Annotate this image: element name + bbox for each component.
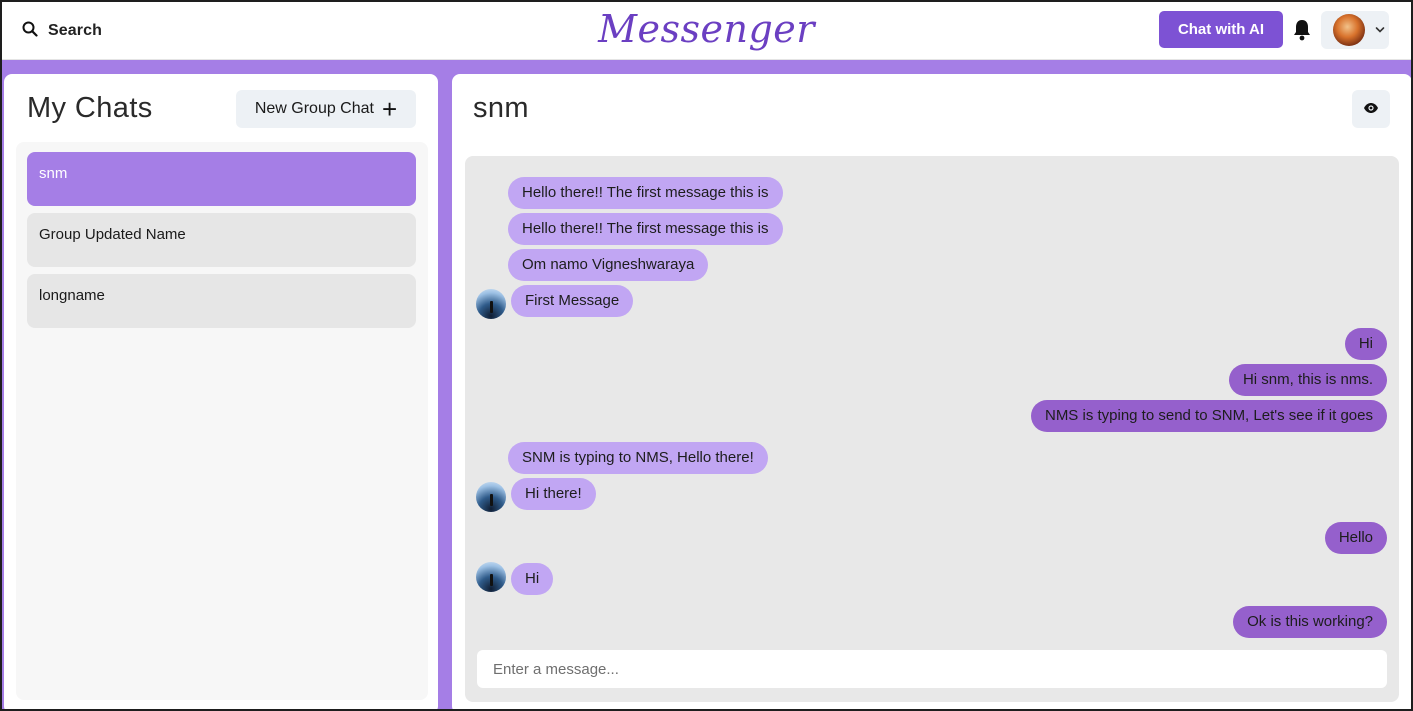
message-bubble: Om namo Vigneshwaraya [508, 249, 709, 281]
message-bubble: Hi there! [511, 478, 596, 510]
message-bubble: Hello there!! The first message this is [508, 213, 783, 245]
chat-item-longname[interactable]: longname [27, 274, 416, 328]
new-group-chat-button[interactable]: New Group Chat + [236, 90, 416, 128]
plus-icon: + [381, 94, 398, 124]
message-bubble: First Message [511, 285, 634, 317]
chat-list: snm Group Updated Name longname [16, 142, 428, 700]
view-profile-button[interactable] [1352, 90, 1390, 128]
chat-title: snm [473, 92, 529, 124]
message-bubble: Ok is this working? [1233, 606, 1387, 638]
app-frame: Search Messenger Chat with AI My Chats N… [2, 2, 1411, 709]
message-bubble: NMS is typing to send to SNM, Let's see … [1030, 400, 1387, 432]
sender-avatar [476, 482, 506, 512]
message-area: Hello there!! The first message this is … [465, 156, 1399, 702]
message-bubble: Hello there!! The first message this is [508, 177, 783, 209]
chat-item-group-updated-name[interactable]: Group Updated Name [27, 213, 416, 267]
sender-avatar [476, 289, 506, 319]
message-bubble: Hello [1324, 522, 1387, 554]
top-bar: Search Messenger Chat with AI [2, 2, 1411, 60]
my-chats-title: My Chats [27, 92, 153, 124]
sender-avatar [476, 562, 506, 592]
avatar [1333, 14, 1365, 46]
message-bubble: Hi snm, this is nms. [1228, 364, 1387, 396]
chat-panel: snm Hello there!! The first message this… [452, 74, 1411, 709]
message-bubble: Hi [1344, 328, 1387, 360]
chat-with-ai-button[interactable]: Chat with AI [1159, 11, 1283, 48]
new-group-chat-label: New Group Chat [254, 100, 374, 117]
message-input[interactable] [477, 650, 1387, 688]
chevron-down-icon [1375, 21, 1385, 39]
message-bubble: SNM is typing to NMS, Hello there! [508, 442, 768, 474]
eye-icon [1363, 102, 1379, 117]
chat-item-snm[interactable]: snm [27, 152, 416, 206]
profile-menu-button[interactable] [1321, 11, 1389, 49]
bell-icon[interactable] [1292, 18, 1312, 42]
message-bubble: Hi [511, 563, 554, 595]
my-chats-panel: My Chats New Group Chat + snm Group Upda… [4, 74, 438, 709]
